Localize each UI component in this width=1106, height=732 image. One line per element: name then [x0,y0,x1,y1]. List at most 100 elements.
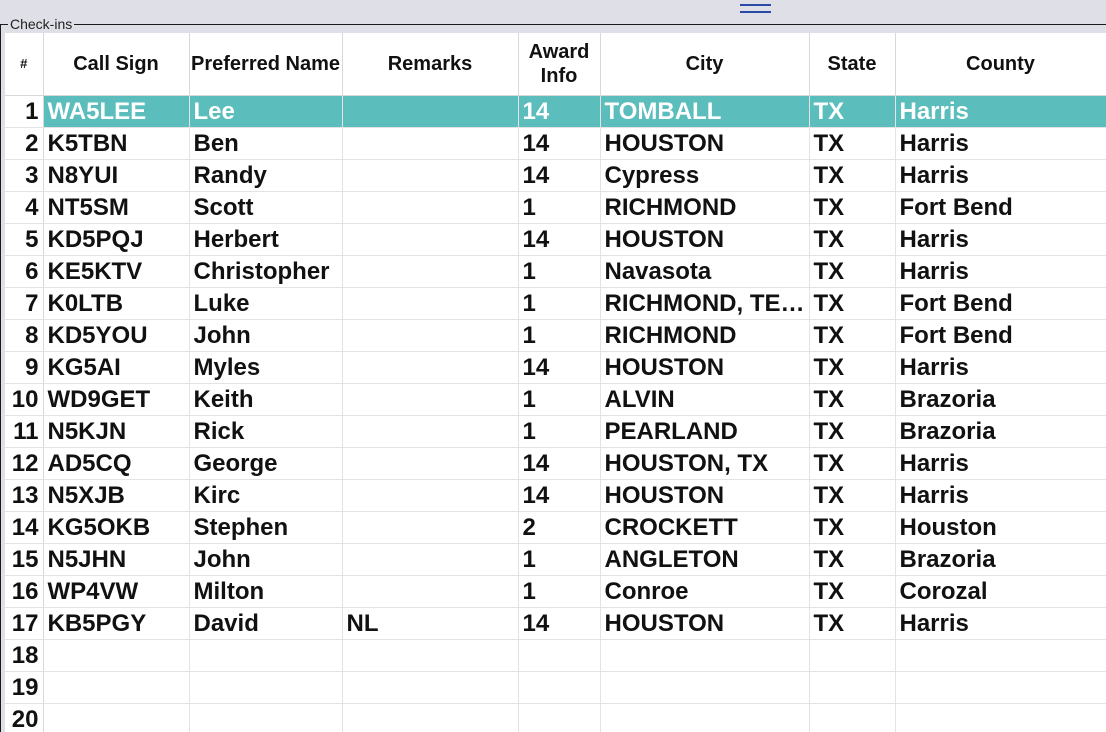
preferred-name-cell[interactable]: Myles [189,351,343,384]
call-sign-cell[interactable]: KG5OKB [43,511,190,544]
city-cell[interactable]: PEARLAND [600,415,810,448]
state-cell[interactable]: TX [809,415,896,448]
table-row[interactable]: 7 K0LTB Luke 1 RICHMOND, TE… TX Fort Bend [5,287,1106,320]
county-cell[interactable]: Corozal [895,575,1106,608]
county-cell[interactable]: Fort Bend [895,319,1106,352]
call-sign-cell[interactable]: AD5CQ [43,447,190,480]
award-info-cell[interactable]: 14 [518,159,601,192]
county-cell[interactable]: Fort Bend [895,287,1106,320]
row-number[interactable]: 16 [5,575,44,608]
preferred-name-cell[interactable]: Luke [189,287,343,320]
preferred-name-cell[interactable]: David [189,607,343,640]
award-info-cell[interactable] [518,671,601,704]
county-cell[interactable]: Brazoria [895,383,1106,416]
row-number[interactable]: 10 [5,383,44,416]
row-number[interactable]: 12 [5,447,44,480]
remarks-cell[interactable] [342,127,519,160]
call-sign-cell[interactable]: N5KJN [43,415,190,448]
column-header-call-sign[interactable]: Call Sign [43,33,190,96]
column-header-county[interactable]: County [895,33,1106,96]
preferred-name-cell[interactable]: Kirc [189,479,343,512]
table-row[interactable]: 19 [5,671,1106,704]
row-number[interactable]: 9 [5,351,44,384]
row-number[interactable]: 6 [5,255,44,288]
city-cell[interactable] [600,639,810,672]
city-cell[interactable]: Cypress [600,159,810,192]
preferred-name-cell[interactable]: John [189,543,343,576]
row-number[interactable]: 3 [5,159,44,192]
remarks-cell[interactable] [342,255,519,288]
remarks-cell[interactable] [342,383,519,416]
remarks-cell[interactable] [342,351,519,384]
row-number[interactable]: 7 [5,287,44,320]
city-cell[interactable]: HOUSTON [600,223,810,256]
preferred-name-cell[interactable]: Milton [189,575,343,608]
remarks-cell[interactable] [342,671,519,704]
state-cell[interactable]: TX [809,351,896,384]
state-cell[interactable]: TX [809,255,896,288]
row-number[interactable]: 2 [5,127,44,160]
award-info-cell[interactable]: 1 [518,287,601,320]
row-number[interactable]: 1 [5,95,44,128]
state-cell[interactable]: TX [809,191,896,224]
remarks-cell[interactable] [342,319,519,352]
award-info-cell[interactable]: 1 [518,543,601,576]
table-row[interactable]: 12 AD5CQ George 14 HOUSTON, TX TX Harris [5,447,1106,480]
table-row[interactable]: 17 KB5PGY David NL 14 HOUSTON TX Harris [5,607,1106,640]
city-cell[interactable]: HOUSTON [600,479,810,512]
preferred-name-cell[interactable]: Lee [189,95,343,128]
award-info-cell[interactable]: 1 [518,415,601,448]
state-cell[interactable]: TX [809,511,896,544]
city-cell[interactable]: HOUSTON [600,607,810,640]
call-sign-cell[interactable] [43,639,190,672]
state-cell[interactable]: TX [809,159,896,192]
state-cell[interactable]: TX [809,319,896,352]
city-cell[interactable]: ANGLETON [600,543,810,576]
award-info-cell[interactable] [518,639,601,672]
city-cell[interactable]: ALVIN [600,383,810,416]
table-row[interactable]: 14 KG5OKB Stephen 2 CROCKETT TX Houston [5,511,1106,544]
city-cell[interactable]: RICHMOND [600,191,810,224]
city-cell[interactable]: RICHMOND [600,319,810,352]
county-cell[interactable]: Harris [895,447,1106,480]
remarks-cell[interactable] [342,479,519,512]
column-header-remarks[interactable]: Remarks [342,33,519,96]
county-cell[interactable]: Fort Bend [895,191,1106,224]
state-cell[interactable]: TX [809,447,896,480]
state-cell[interactable]: TX [809,287,896,320]
preferred-name-cell[interactable]: Christopher [189,255,343,288]
county-cell[interactable]: Harris [895,159,1106,192]
call-sign-cell[interactable]: WP4VW [43,575,190,608]
preferred-name-cell[interactable] [189,671,343,704]
row-number[interactable]: 4 [5,191,44,224]
remarks-cell[interactable] [342,639,519,672]
call-sign-cell[interactable]: KD5PQJ [43,223,190,256]
award-info-cell[interactable] [518,703,601,732]
remarks-cell[interactable] [342,415,519,448]
column-header-preferred-name[interactable]: Preferred Name [189,33,343,96]
county-cell[interactable]: Harris [895,607,1106,640]
state-cell[interactable]: TX [809,223,896,256]
city-cell[interactable]: CROCKETT [600,511,810,544]
table-row[interactable]: 20 [5,703,1106,732]
county-cell[interactable] [895,671,1106,704]
county-cell[interactable] [895,703,1106,732]
call-sign-cell[interactable]: K0LTB [43,287,190,320]
city-cell[interactable]: Conroe [600,575,810,608]
preferred-name-cell[interactable]: Ben [189,127,343,160]
state-cell[interactable]: TX [809,575,896,608]
remarks-cell[interactable]: NL [342,607,519,640]
row-number[interactable]: 11 [5,415,44,448]
table-row[interactable]: 1 WA5LEE Lee 14 TOMBALL TX Harris [5,95,1106,128]
table-row[interactable]: 16 WP4VW Milton 1 Conroe TX Corozal [5,575,1106,608]
table-row[interactable]: 9 KG5AI Myles 14 HOUSTON TX Harris [5,351,1106,384]
award-info-cell[interactable]: 14 [518,223,601,256]
preferred-name-cell[interactable]: Randy [189,159,343,192]
call-sign-cell[interactable]: KG5AI [43,351,190,384]
award-info-cell[interactable]: 1 [518,191,601,224]
splitter-handle-icon[interactable] [740,4,771,13]
remarks-cell[interactable] [342,511,519,544]
call-sign-cell[interactable]: KB5PGY [43,607,190,640]
row-number[interactable]: 17 [5,607,44,640]
preferred-name-cell[interactable]: Scott [189,191,343,224]
